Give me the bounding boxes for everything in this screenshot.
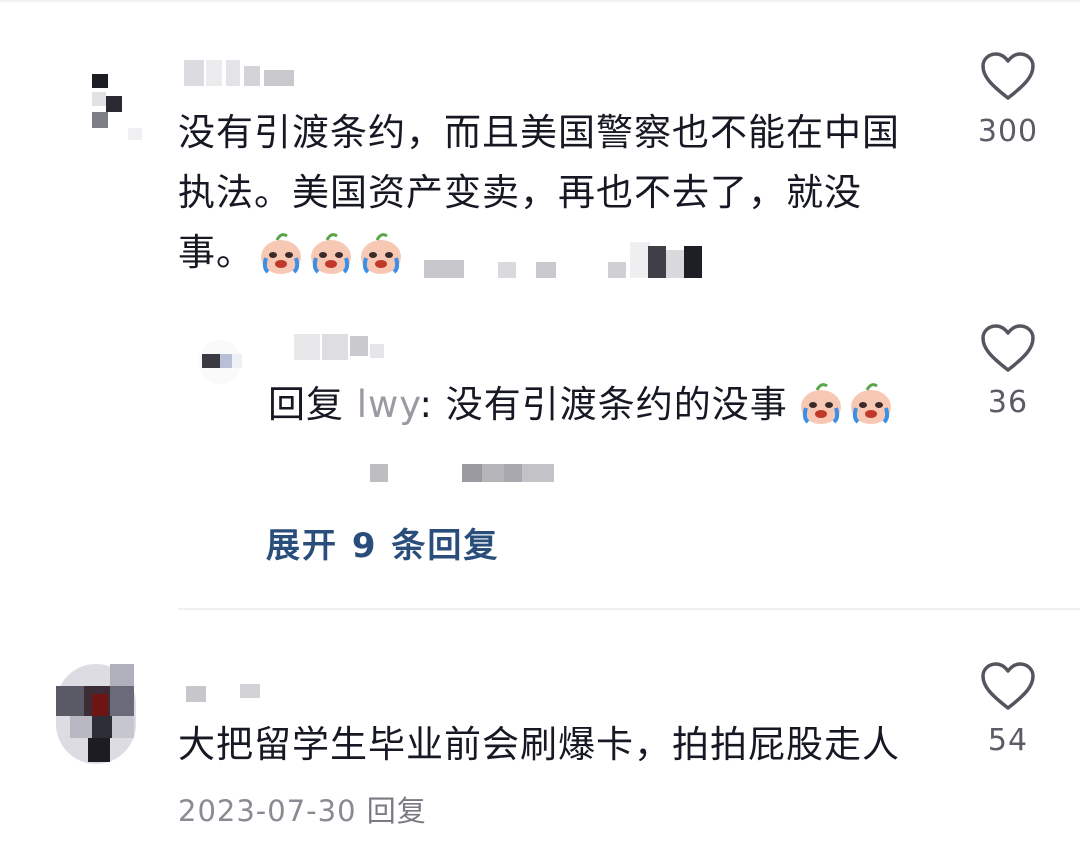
comment-meta [424,242,702,278]
crying-face-emoji [311,233,351,274]
heart-outline-icon[interactable] [980,324,1036,374]
like-count: 36 [987,385,1029,420]
reply-target-name[interactable]: lwy [357,383,420,426]
like-count: 54 [987,723,1029,758]
heart-outline-icon[interactable] [980,662,1036,712]
expand-replies-button[interactable]: 展开 9 条回复 [266,518,499,567]
crying-face-emoji [361,233,401,274]
reply-avatar[interactable] [188,340,252,384]
reply-button[interactable]: 回复 [367,794,427,828]
like-count: 300 [977,114,1039,149]
crying-face-emoji [851,383,891,424]
top-divider [0,0,1080,2]
crying-face-emoji [261,233,301,274]
comment-divider [178,608,1080,610]
comment-meta: 2023-07-30 回复 [178,788,427,830]
heart-outline-icon[interactable] [980,52,1036,102]
avatar[interactable] [88,70,148,142]
reply-username[interactable] [294,332,394,362]
comment-date: 2023-07-30 [178,794,357,828]
comment-text: 大把留学生毕业前会刷爆卡，拍拍屁股走人 [178,723,900,766]
username[interactable] [184,58,304,94]
username[interactable] [184,682,274,706]
crying-face-emoji [801,383,841,424]
avatar[interactable] [48,664,152,764]
reply-meta [370,464,554,482]
reply-text: 回复 lwy: 没有引渡条约的没事 [268,383,788,426]
